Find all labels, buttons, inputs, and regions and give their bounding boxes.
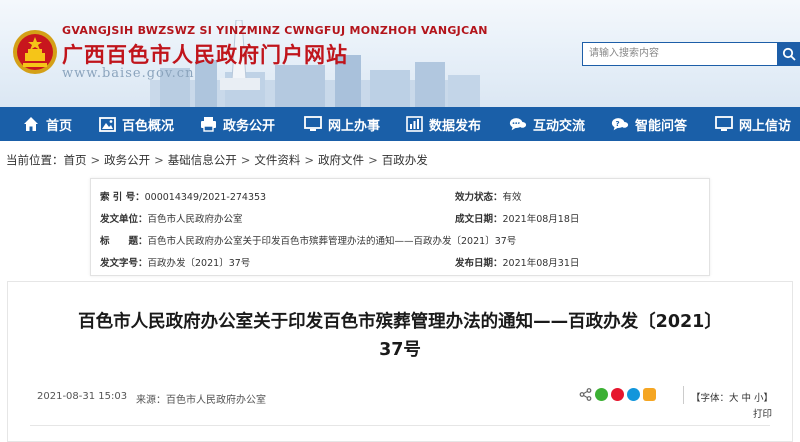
print-icon	[199, 115, 217, 133]
nav-item-smart-qa[interactable]: ? 智能问答	[611, 107, 687, 141]
font-size-switcher[interactable]: 【字体：大 中 小】	[691, 390, 773, 404]
breadcrumb-item-basic-info[interactable]: 基础信息公开	[168, 153, 237, 167]
meta-index-value: 000014349/2021-274353	[144, 192, 267, 203]
meta-status-label: 效力状态：	[455, 192, 503, 203]
breadcrumb-separator: >	[368, 153, 378, 167]
meta-docno-label: 发文字号：	[100, 258, 148, 269]
meta-issuer-label: 发文单位：	[100, 214, 148, 225]
breadcrumb: 当前位置：首页 > 政务公开 > 基础信息公开 > 文件资料 > 政府文件 > 百政办发	[6, 152, 428, 168]
nav-item-interaction[interactable]: 互动交流	[509, 107, 585, 141]
meta-status: 效力状态：有效	[455, 189, 522, 203]
wechat-icon[interactable]	[595, 388, 608, 401]
chat-icon	[509, 115, 527, 133]
image-icon	[98, 115, 116, 133]
article-datetime: 2021-08-31 15:03	[37, 391, 128, 402]
site-url: www.baise.gov.cn	[62, 66, 195, 81]
toolbar-divider	[683, 386, 684, 404]
meta-title: 标 题：百色市人民政府办公室关于印发百色市殡葬管理办法的通知——百政办发〔202…	[100, 233, 516, 247]
meta-written-date: 成文日期：2021年08月18日	[455, 211, 579, 225]
meta-publish-date: 发布日期：2021年08月31日	[455, 255, 579, 269]
search-icon	[782, 47, 796, 61]
breadcrumb-item-documents[interactable]: 文件资料	[254, 153, 300, 167]
nav-item-overview[interactable]: 百色概况	[98, 107, 174, 141]
breadcrumb-separator: >	[90, 153, 101, 167]
weibo-icon[interactable]	[611, 388, 624, 401]
article-title-line-2: 37号	[379, 340, 421, 360]
search-button[interactable]	[778, 42, 800, 66]
print-button[interactable]: 打印	[753, 406, 772, 420]
article-title: 百色市人民政府办公室关于印发百色市殡葬管理办法的通知——百政办发〔2021〕 3…	[17, 308, 783, 364]
main-navigation: 首页 百色概况 政务公开 网上办事 数据发布 互动交流 ? 智能问答 网上信访	[0, 107, 800, 141]
nav-item-online-services[interactable]: 网上办事	[304, 107, 380, 141]
national-emblem-icon	[12, 29, 58, 75]
breadcrumb-separator: >	[304, 153, 315, 167]
meta-title-value: 百色市人民政府办公室关于印发百色市殡葬管理办法的通知——百政办发〔2021〕37…	[147, 236, 517, 247]
qzone-icon[interactable]	[643, 388, 656, 401]
breadcrumb-prefix: 当前位置：	[6, 153, 64, 167]
meta-date-label: 成文日期：	[455, 214, 503, 225]
share-toolbar	[579, 388, 656, 401]
site-name-english: GVANGJSIH BWZSWZ SI YINZMINZ CWNGFUJ MON…	[62, 24, 488, 37]
breadcrumb-separator: >	[240, 153, 251, 167]
nav-item-home[interactable]: 首页	[22, 107, 72, 141]
qa-icon: ?	[611, 115, 629, 133]
nav-item-online-petition[interactable]: 网上信访	[715, 107, 791, 141]
meta-publish-value: 2021年08月31日	[502, 258, 580, 269]
meta-date-value: 2021年08月18日	[502, 214, 580, 225]
meta-status-value: 有效	[502, 192, 522, 203]
meta-index-label: 索 引 号：	[100, 192, 145, 203]
meta-publish-label: 发布日期：	[455, 258, 503, 269]
article-divider	[30, 425, 770, 426]
meta-issuer: 发文单位：百色市人民政府办公室	[100, 211, 243, 225]
home-icon	[22, 115, 40, 133]
qq-icon[interactable]	[627, 388, 640, 401]
site-title[interactable]: 广西百色市人民政府门户网站	[62, 39, 348, 69]
svg-text:?: ?	[616, 119, 620, 128]
share-icon[interactable]	[579, 388, 592, 401]
breadcrumb-item-current[interactable]: 百政办发	[382, 153, 428, 167]
breadcrumb-item-gov-affairs[interactable]: 政务公开	[104, 153, 150, 167]
nav-item-gov-affairs[interactable]: 政务公开	[199, 107, 275, 141]
article-title-line-1: 百色市人民政府办公室关于印发百色市殡葬管理办法的通知——百政办发〔2021〕	[78, 312, 722, 332]
meta-title-label: 标 题：	[100, 236, 148, 247]
meta-doc-number: 发文字号：百政办发〔2021〕37号	[100, 255, 250, 269]
meta-docno-value: 百政办发〔2021〕37号	[147, 258, 251, 269]
search-input[interactable]: 请输入搜索内容	[582, 42, 778, 66]
article-source: 来源：百色市人民政府办公室	[136, 395, 266, 406]
bar-chart-icon	[405, 115, 423, 133]
breadcrumb-item-home[interactable]: 首页	[64, 153, 87, 167]
site-header: GVANGJSIH BWZSWZ SI YINZMINZ CWNGFUJ MON…	[0, 0, 800, 107]
breadcrumb-separator: >	[154, 153, 164, 167]
breadcrumb-item-gov-files[interactable]: 政府文件	[318, 153, 364, 167]
monitor-icon	[715, 115, 733, 133]
monitor-icon	[304, 115, 322, 133]
meta-issuer-value: 百色市人民政府办公室	[147, 214, 243, 225]
nav-item-data-release[interactable]: 数据发布	[405, 107, 481, 141]
meta-index: 索 引 号：000014349/2021-274353	[100, 189, 266, 203]
